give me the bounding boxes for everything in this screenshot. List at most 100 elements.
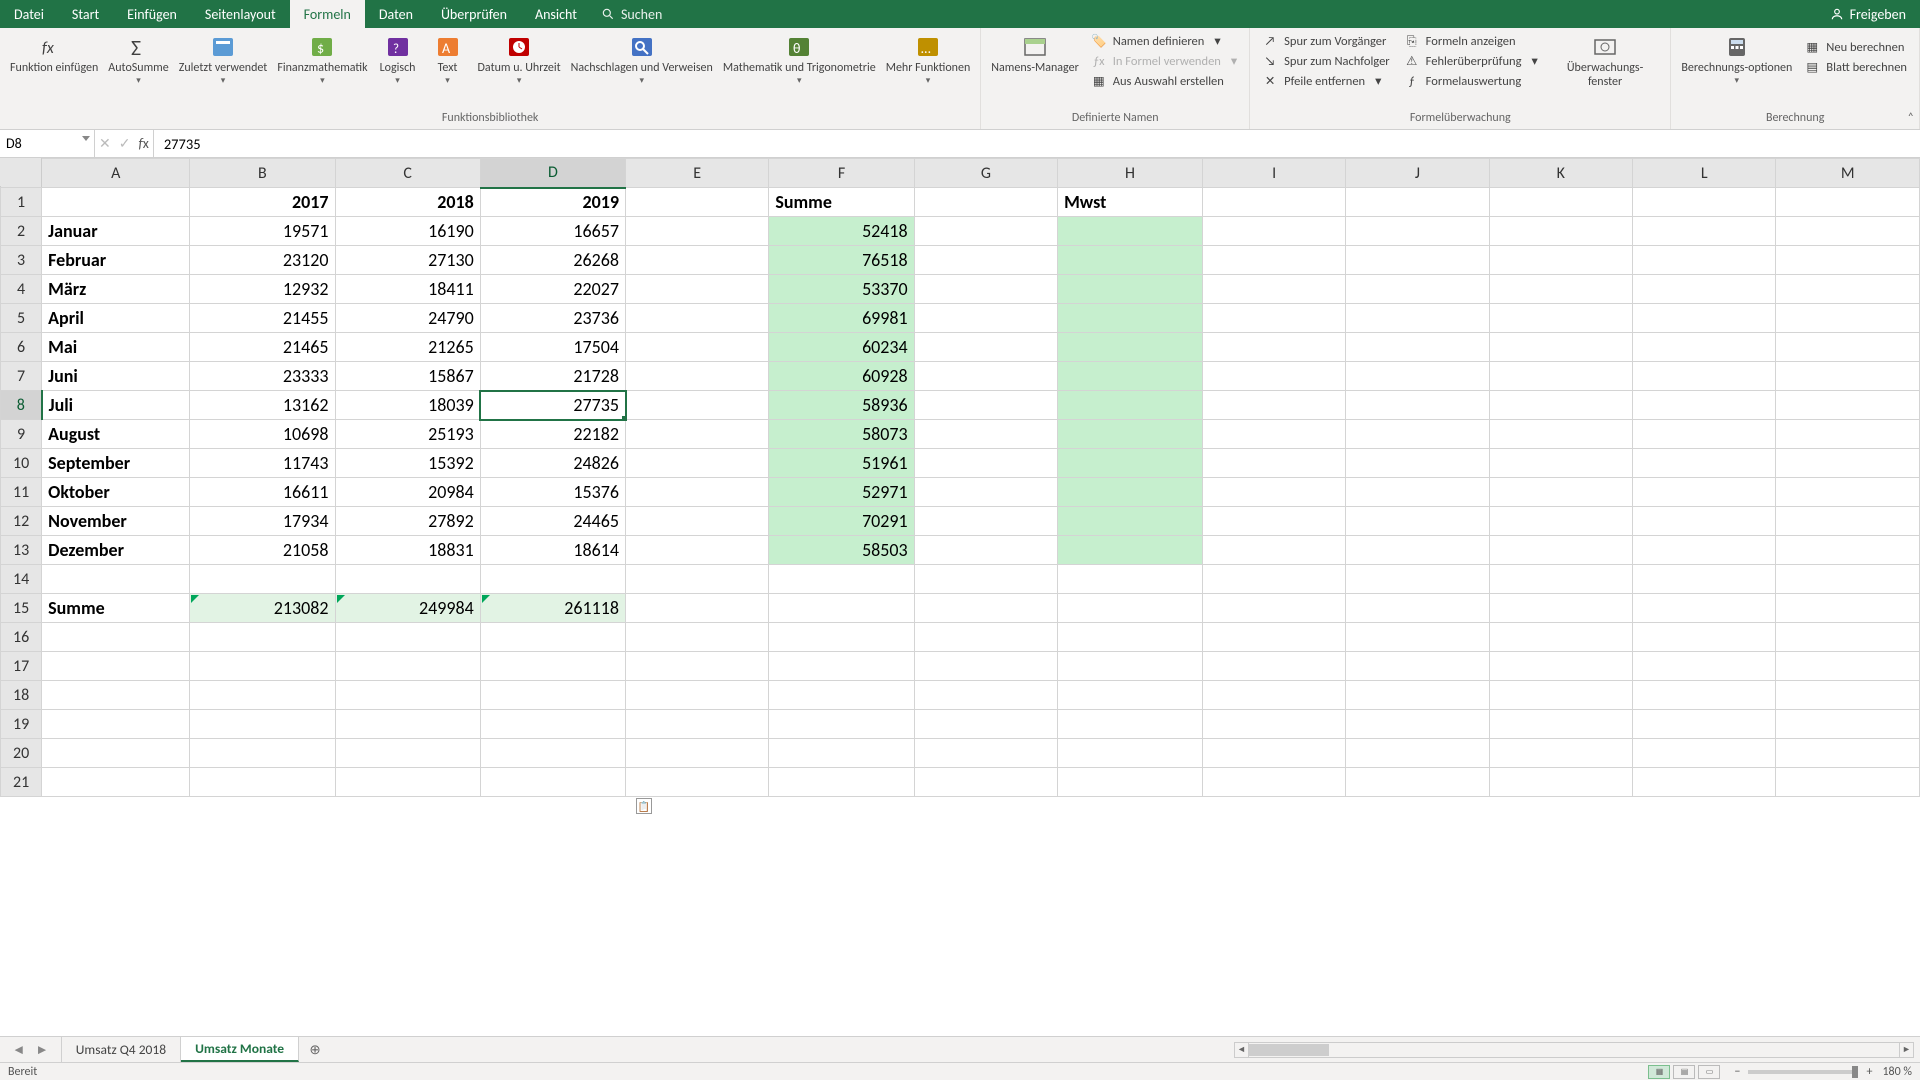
cell-B21[interactable] xyxy=(190,768,335,797)
cell-J8[interactable] xyxy=(1346,391,1489,420)
cell-M13[interactable] xyxy=(1776,536,1920,565)
cell-A14[interactable] xyxy=(42,565,190,594)
cell-F6[interactable]: 60234 xyxy=(769,333,914,362)
cell-G17[interactable] xyxy=(914,652,1057,681)
cell-G9[interactable] xyxy=(914,420,1057,449)
cell-I5[interactable] xyxy=(1202,304,1345,333)
cell-J5[interactable] xyxy=(1346,304,1489,333)
cell-L3[interactable] xyxy=(1633,246,1776,275)
cell-D13[interactable]: 18614 xyxy=(480,536,625,565)
col-header-B[interactable]: B xyxy=(190,159,335,188)
cell-C12[interactable]: 27892 xyxy=(335,507,480,536)
cell-D6[interactable]: 17504 xyxy=(480,333,625,362)
cell-L19[interactable] xyxy=(1633,710,1776,739)
cell-A3[interactable]: Februar xyxy=(42,246,190,275)
cell-D1[interactable]: 2019 xyxy=(480,188,625,217)
cell-D14[interactable] xyxy=(480,565,625,594)
cell-A17[interactable] xyxy=(42,652,190,681)
cell-E16[interactable] xyxy=(626,623,769,652)
cell-J12[interactable] xyxy=(1346,507,1489,536)
cell-E15[interactable] xyxy=(626,594,769,623)
cell-A21[interactable] xyxy=(42,768,190,797)
cell-L7[interactable] xyxy=(1633,362,1776,391)
cell-H8[interactable] xyxy=(1058,391,1203,420)
cell-H11[interactable] xyxy=(1058,478,1203,507)
cell-C20[interactable] xyxy=(335,739,480,768)
cell-J13[interactable] xyxy=(1346,536,1489,565)
cell-J16[interactable] xyxy=(1346,623,1489,652)
cell-E13[interactable] xyxy=(626,536,769,565)
logical-button[interactable]: ? Logisch▾ xyxy=(374,30,422,86)
cell-C8[interactable]: 18039 xyxy=(335,391,480,420)
calculate-sheet-button[interactable]: ▤Blatt berechnen xyxy=(1798,58,1913,76)
cell-B19[interactable] xyxy=(190,710,335,739)
cell-D5[interactable]: 23736 xyxy=(480,304,625,333)
cell-E17[interactable] xyxy=(626,652,769,681)
cell-A10[interactable]: September xyxy=(42,449,190,478)
cell-E7[interactable] xyxy=(626,362,769,391)
row-header-17[interactable]: 17 xyxy=(1,652,42,681)
cell-B13[interactable]: 21058 xyxy=(190,536,335,565)
cell-M20[interactable] xyxy=(1776,739,1920,768)
cell-J10[interactable] xyxy=(1346,449,1489,478)
cell-B6[interactable]: 21465 xyxy=(190,333,335,362)
cell-A4[interactable]: März xyxy=(42,275,190,304)
cell-B7[interactable]: 23333 xyxy=(190,362,335,391)
cell-D4[interactable]: 22027 xyxy=(480,275,625,304)
create-from-selection-button[interactable]: ▦Aus Auswahl erstellen xyxy=(1085,72,1243,90)
cell-G4[interactable] xyxy=(914,275,1057,304)
cell-J3[interactable] xyxy=(1346,246,1489,275)
cell-C18[interactable] xyxy=(335,681,480,710)
cell-F4[interactable]: 53370 xyxy=(769,275,914,304)
cell-A12[interactable]: November xyxy=(42,507,190,536)
cell-K16[interactable] xyxy=(1489,623,1632,652)
cell-F5[interactable]: 69981 xyxy=(769,304,914,333)
cell-H7[interactable] xyxy=(1058,362,1203,391)
cell-A5[interactable]: April xyxy=(42,304,190,333)
cell-L18[interactable] xyxy=(1633,681,1776,710)
view-page-break-button[interactable]: ▭ xyxy=(1698,1065,1720,1079)
cell-B1[interactable]: 2017 xyxy=(190,188,335,217)
cell-I4[interactable] xyxy=(1202,275,1345,304)
cell-H16[interactable] xyxy=(1058,623,1203,652)
sheet-nav-next-icon[interactable]: ► xyxy=(35,1041,48,1058)
cell-D19[interactable] xyxy=(480,710,625,739)
cell-J2[interactable] xyxy=(1346,217,1489,246)
zoom-out-button[interactable]: − xyxy=(1734,1065,1740,1079)
text-button[interactable]: A Text▾ xyxy=(424,30,472,86)
row-header-19[interactable]: 19 xyxy=(1,710,42,739)
cell-K11[interactable] xyxy=(1489,478,1632,507)
insert-function-button[interactable]: fx Funktion einfügen xyxy=(6,30,102,76)
cell-I15[interactable] xyxy=(1202,594,1345,623)
cell-G21[interactable] xyxy=(914,768,1057,797)
watch-window-button[interactable]: Überwachungs-fenster xyxy=(1546,30,1665,90)
cell-C9[interactable]: 25193 xyxy=(335,420,480,449)
recently-used-button[interactable]: Zuletzt verwendet▾ xyxy=(175,30,272,86)
cell-F20[interactable] xyxy=(769,739,914,768)
cell-C17[interactable] xyxy=(335,652,480,681)
cell-E21[interactable] xyxy=(626,768,769,797)
cell-J4[interactable] xyxy=(1346,275,1489,304)
cell-L13[interactable] xyxy=(1633,536,1776,565)
collapse-ribbon-button[interactable]: ˄ xyxy=(1908,111,1914,125)
cell-L4[interactable] xyxy=(1633,275,1776,304)
zoom-slider[interactable] xyxy=(1748,1070,1858,1074)
cell-K14[interactable] xyxy=(1489,565,1632,594)
cell-L12[interactable] xyxy=(1633,507,1776,536)
cell-C21[interactable] xyxy=(335,768,480,797)
cell-J21[interactable] xyxy=(1346,768,1489,797)
row-header-5[interactable]: 5 xyxy=(1,304,42,333)
financial-button[interactable]: $ Finanzmathematik▾ xyxy=(273,30,371,86)
cell-I20[interactable] xyxy=(1202,739,1345,768)
trace-precedents-button[interactable]: ↗Spur zum Vorgänger xyxy=(1256,32,1396,50)
cell-G2[interactable] xyxy=(914,217,1057,246)
cell-M17[interactable] xyxy=(1776,652,1920,681)
cell-C5[interactable]: 24790 xyxy=(335,304,480,333)
cell-F15[interactable] xyxy=(769,594,914,623)
cell-D17[interactable] xyxy=(480,652,625,681)
cell-D20[interactable] xyxy=(480,739,625,768)
cell-G16[interactable] xyxy=(914,623,1057,652)
share-button[interactable]: Freigeben xyxy=(1816,0,1920,28)
cell-C2[interactable]: 16190 xyxy=(335,217,480,246)
cell-A1[interactable] xyxy=(42,188,190,217)
